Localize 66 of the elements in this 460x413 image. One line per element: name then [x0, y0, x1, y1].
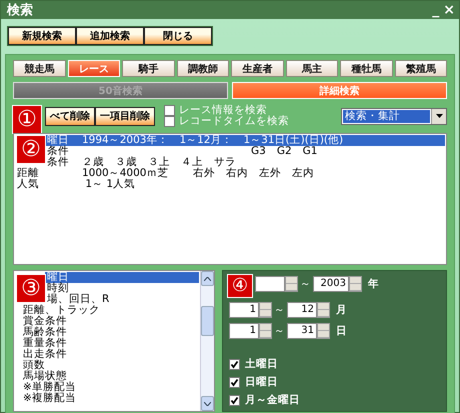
tab[interactable]: 騎手: [122, 60, 174, 77]
range-separator: ～: [274, 324, 285, 338]
tab[interactable]: 馬主: [286, 60, 338, 77]
spinner-icon[interactable]: [285, 276, 298, 292]
minimize-button[interactable]: _: [432, 2, 440, 18]
list-item[interactable]: 出走条件: [15, 349, 199, 360]
checkbox[interactable]: [164, 105, 175, 116]
checkbox-label: 土曜日: [245, 357, 278, 371]
step-marker: ②: [16, 135, 46, 164]
number-field[interactable]: 12: [287, 302, 317, 318]
checkbox[interactable]: [229, 376, 240, 388]
unit-label: 月: [336, 303, 347, 317]
list-item[interactable]: ※単勝配当: [15, 382, 199, 393]
unit-label: 日: [336, 324, 347, 338]
number-field[interactable]: 31: [287, 323, 317, 339]
window-title: 検索: [7, 2, 34, 19]
tab[interactable]: 種牡馬: [340, 60, 392, 77]
list-item[interactable]: 時刻: [45, 283, 199, 294]
delete-button[interactable]: 一項目削除: [95, 106, 155, 126]
range-separator: ～: [300, 277, 311, 291]
tab[interactable]: 競走馬: [13, 60, 66, 77]
checkbox-label: 日曜日: [245, 375, 278, 389]
checkbox-label: 月～金曜日: [245, 393, 300, 407]
unit-label: 年: [368, 277, 379, 291]
checkbox-label: レコードタイムを検索: [179, 116, 289, 127]
spinner-icon[interactable]: [317, 302, 330, 318]
checkbox[interactable]: [229, 358, 240, 370]
list-item[interactable]: 距離、トラック: [15, 305, 199, 316]
checkbox[interactable]: [164, 116, 175, 127]
condition-row[interactable]: 条件 G3 G2 G1: [45, 146, 445, 157]
number-field[interactable]: 1: [229, 323, 259, 339]
toolbar-button[interactable]: 新規検索: [8, 27, 76, 45]
list-item[interactable]: 場、回日、R: [45, 294, 199, 305]
number-field[interactable]: [255, 276, 285, 292]
step-marker: ③: [16, 274, 46, 303]
checkbox[interactable]: [229, 394, 240, 406]
step-marker: ①: [12, 105, 42, 134]
list-item[interactable]: 賞金条件: [15, 316, 199, 327]
tab[interactable]: 調教師: [176, 60, 229, 77]
dropdown[interactable]: 検索・集計: [341, 108, 447, 124]
range-separator: ～: [274, 303, 285, 317]
condition-row[interactable]: 条件 ２歳 ３歳 ３上 ４上 サラ: [45, 157, 445, 168]
toolbar-button[interactable]: 追加検索: [76, 27, 144, 45]
list-item[interactable]: 頭数: [15, 360, 199, 371]
delete-button[interactable]: べて削除: [45, 106, 95, 126]
step-marker: ④: [227, 274, 253, 298]
close-button[interactable]: ×: [443, 2, 455, 18]
spinner-icon[interactable]: [349, 276, 362, 292]
number-field[interactable]: 2003: [313, 276, 349, 292]
condition-row[interactable]: 距離 1000～4000ｍ芝 右外 右内 左外 左内: [15, 168, 445, 179]
scrollbar-thumb[interactable]: [201, 306, 214, 336]
list-item[interactable]: ※複勝配当: [15, 393, 199, 404]
condition-row[interactable]: 人気 1～ 1人気: [15, 179, 445, 190]
caret-icon: [436, 114, 442, 118]
number-field[interactable]: 1: [229, 302, 259, 318]
spinner-icon[interactable]: [317, 323, 330, 339]
spinner-icon[interactable]: [259, 323, 272, 339]
spinner-icon[interactable]: [259, 302, 272, 318]
tab[interactable]: 生産者: [231, 60, 284, 77]
tab[interactable]: 繁殖馬: [394, 60, 447, 77]
list-item[interactable]: 馬齢条件: [15, 327, 199, 338]
list-item[interactable]: 重量条件: [15, 338, 199, 349]
scrollbar[interactable]: [200, 271, 214, 411]
list-item[interactable]: 馬場状態: [15, 371, 199, 382]
toolbar-button[interactable]: 閉じる: [144, 27, 212, 45]
checkbox-label: レース情報を検索: [179, 105, 267, 116]
